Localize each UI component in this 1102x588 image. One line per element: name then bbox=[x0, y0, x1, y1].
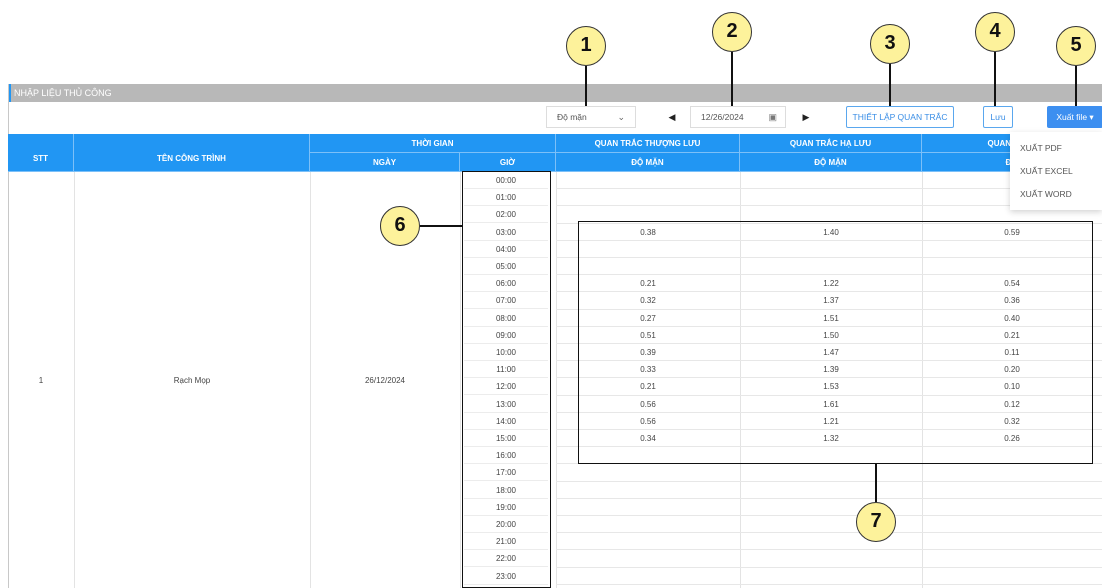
hour-column-highlight bbox=[462, 171, 551, 588]
parameter-select-value: Độ mặn bbox=[557, 112, 587, 122]
header-downstream: QUAN TRẮC HẠ LƯU bbox=[740, 134, 922, 153]
annotation-leader bbox=[420, 225, 462, 227]
annotation-badge-6: 6 bbox=[380, 206, 420, 246]
salinity-value-cell[interactable] bbox=[740, 499, 922, 516]
annotation-leader bbox=[585, 66, 587, 106]
annotation-leader bbox=[994, 52, 996, 106]
salinity-value-cell[interactable] bbox=[922, 550, 1102, 567]
annotation-badge-2: 2 bbox=[712, 12, 752, 52]
chevron-down-icon: ⌄ bbox=[617, 112, 625, 122]
salinity-value-cell[interactable] bbox=[740, 464, 922, 481]
header-stt: STT bbox=[8, 134, 74, 172]
salinity-value-cell[interactable] bbox=[740, 189, 922, 206]
annotation-leader bbox=[875, 464, 877, 502]
salinity-value-cell[interactable] bbox=[556, 482, 740, 499]
header-upstream-salinity: ĐỘ MẶN bbox=[556, 153, 740, 172]
annotation-badge-3: 3 bbox=[870, 24, 910, 64]
row-project-name: Rạch Mọp bbox=[173, 376, 211, 385]
salinity-value-cell[interactable] bbox=[556, 568, 740, 585]
save-button[interactable]: Lưu bbox=[983, 106, 1013, 128]
salinity-value-cell[interactable] bbox=[740, 550, 922, 567]
setup-monitoring-button[interactable]: THIẾT LẬP QUAN TRẮC bbox=[846, 106, 954, 128]
row-stt: 1 bbox=[38, 376, 44, 385]
annotation-badge-1: 1 bbox=[566, 26, 606, 66]
header-upstream: QUAN TRẮC THƯỢNG LƯU bbox=[556, 134, 740, 153]
parameter-select[interactable]: Độ mặn ⌄ bbox=[546, 106, 636, 128]
annotation-leader bbox=[889, 64, 891, 106]
salinity-value-cell[interactable] bbox=[740, 568, 922, 585]
export-pdf-item[interactable]: XUẤT PDF bbox=[1010, 137, 1102, 160]
salinity-value-cell[interactable] bbox=[922, 568, 1102, 585]
export-file-button[interactable]: Xuất file ▾ bbox=[1047, 106, 1102, 128]
header-date: NGÀY bbox=[310, 153, 460, 172]
export-word-item[interactable]: XUẤT WORD bbox=[1010, 183, 1102, 206]
salinity-value-cell[interactable] bbox=[556, 172, 740, 189]
salinity-value-cell[interactable] bbox=[922, 499, 1102, 516]
prev-date-button[interactable]: ◀ bbox=[664, 106, 680, 128]
date-input[interactable]: 12/26/2024 ▣ bbox=[690, 106, 786, 128]
salinity-value-cell[interactable] bbox=[556, 499, 740, 516]
salinity-value-cell[interactable] bbox=[922, 482, 1102, 499]
annotation-badge-5: 5 bbox=[1056, 26, 1096, 66]
export-excel-item[interactable]: XUẤT EXCEL bbox=[1010, 160, 1102, 183]
next-date-button[interactable]: ▶ bbox=[798, 106, 814, 128]
export-menu: XUẤT PDF XUẤT EXCEL XUẤT WORD bbox=[1010, 132, 1102, 210]
calendar-icon[interactable]: ▣ bbox=[768, 107, 777, 127]
row-date: 26/12/2024 bbox=[364, 376, 406, 385]
salinity-value-cell[interactable] bbox=[556, 550, 740, 567]
annotation-leader bbox=[1075, 66, 1077, 106]
header-hour: GIỜ bbox=[460, 153, 556, 172]
salinity-value-cell[interactable] bbox=[556, 464, 740, 481]
header-downstream-salinity: ĐỘ MẶN bbox=[740, 153, 922, 172]
salinity-value-cell[interactable] bbox=[922, 516, 1102, 533]
values-highlight bbox=[578, 221, 1093, 464]
date-value: 12/26/2024 bbox=[701, 112, 744, 122]
annotation-badge-7: 7 bbox=[856, 502, 896, 542]
salinity-value-cell[interactable] bbox=[740, 172, 922, 189]
salinity-value-cell[interactable] bbox=[740, 482, 922, 499]
column-divider bbox=[460, 172, 461, 588]
salinity-value-cell[interactable] bbox=[922, 464, 1102, 481]
salinity-value-cell[interactable] bbox=[556, 516, 740, 533]
annotation-leader bbox=[731, 52, 733, 106]
salinity-value-cell[interactable] bbox=[556, 189, 740, 206]
panel-title: NHẬP LIỆU THỦ CÔNG bbox=[9, 84, 1102, 102]
salinity-value-cell[interactable] bbox=[740, 533, 922, 550]
salinity-value-cell[interactable] bbox=[556, 533, 740, 550]
annotation-badge-4: 4 bbox=[975, 12, 1015, 52]
header-time-group: THỜI GIAN bbox=[310, 134, 556, 153]
salinity-value-cell[interactable] bbox=[922, 533, 1102, 550]
header-project-name: TÊN CÔNG TRÌNH bbox=[74, 134, 310, 172]
